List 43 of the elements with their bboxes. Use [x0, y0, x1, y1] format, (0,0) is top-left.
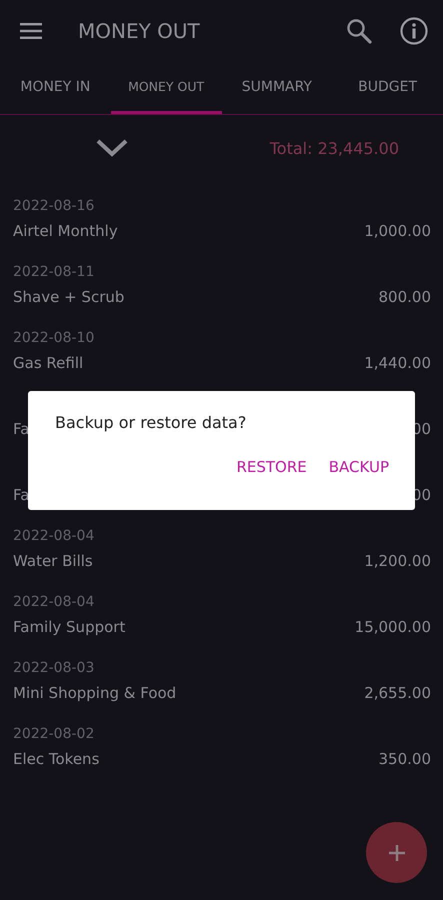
expense-row[interactable]: Gas Refill 1,440.00: [13, 346, 431, 379]
expense-name: Shave + Scrub: [13, 288, 124, 306]
info-icon[interactable]: [400, 17, 428, 45]
expense-row[interactable]: Elec Tokens 350.00: [13, 742, 431, 775]
expense-name: Family Support: [13, 618, 126, 636]
plus-icon: [388, 844, 404, 860]
expense-amount: 350.00: [378, 750, 431, 768]
expense-row[interactable]: Mini Shopping & Food 2,655.00: [13, 676, 431, 709]
entry-date: 2022-08-10: [13, 330, 94, 346]
expense-row[interactable]: Water Bills 1,200.00: [13, 544, 431, 577]
entry-date: 2022-08-16: [13, 198, 94, 214]
search-icon[interactable]: [346, 18, 372, 44]
expense-name: Airtel Monthly: [13, 222, 118, 240]
expense-name: Mini Shopping & Food: [13, 684, 176, 702]
tab[interactable]: MONEY IN: [0, 62, 111, 114]
expense-amount: 15,000.00: [354, 618, 431, 636]
tab[interactable]: MONEY OUT: [110, 62, 222, 114]
expense-amount: 800.00: [378, 288, 431, 306]
tab[interactable]: BUDGET: [332, 62, 443, 114]
dialog-button[interactable]: BACKUP: [328, 458, 389, 476]
chevron-down-icon[interactable]: [95, 138, 129, 158]
entry-date: 2022-08-04: [13, 594, 94, 610]
expense-row[interactable]: Family Support 15,000.00: [13, 610, 431, 643]
expense-name: Water Bills: [13, 552, 93, 570]
dialog-button[interactable]: RESTORE: [236, 458, 307, 476]
entry-date: 2022-08-04: [13, 528, 94, 544]
expense-name: Gas Refill: [13, 354, 84, 372]
expense-row[interactable]: Airtel Monthly 1,000.00: [13, 214, 431, 247]
entry-date: 2022-08-02: [13, 726, 94, 742]
expense-amount: 1,440.00: [364, 354, 431, 372]
entry-date: 2022-08-11: [13, 264, 94, 280]
menu-icon[interactable]: [20, 23, 42, 39]
expense-row[interactable]: Shave + Scrub 800.00: [13, 280, 431, 313]
expense-name: Fa: [13, 486, 30, 504]
expense-amount: 1,000.00: [364, 222, 431, 240]
expense-amount: 2,655.00: [364, 684, 431, 702]
total-amount: Total: 23,445.00: [270, 138, 399, 158]
expense-name: Elec Tokens: [13, 750, 100, 768]
expense-amount: 1,200.00: [364, 552, 431, 570]
tab[interactable]: SUMMARY: [222, 62, 332, 114]
dialog-message: Backup or restore data?: [55, 413, 248, 432]
screen-title: MONEY OUT: [78, 19, 201, 43]
entry-date: 2022-08-03: [13, 660, 94, 676]
